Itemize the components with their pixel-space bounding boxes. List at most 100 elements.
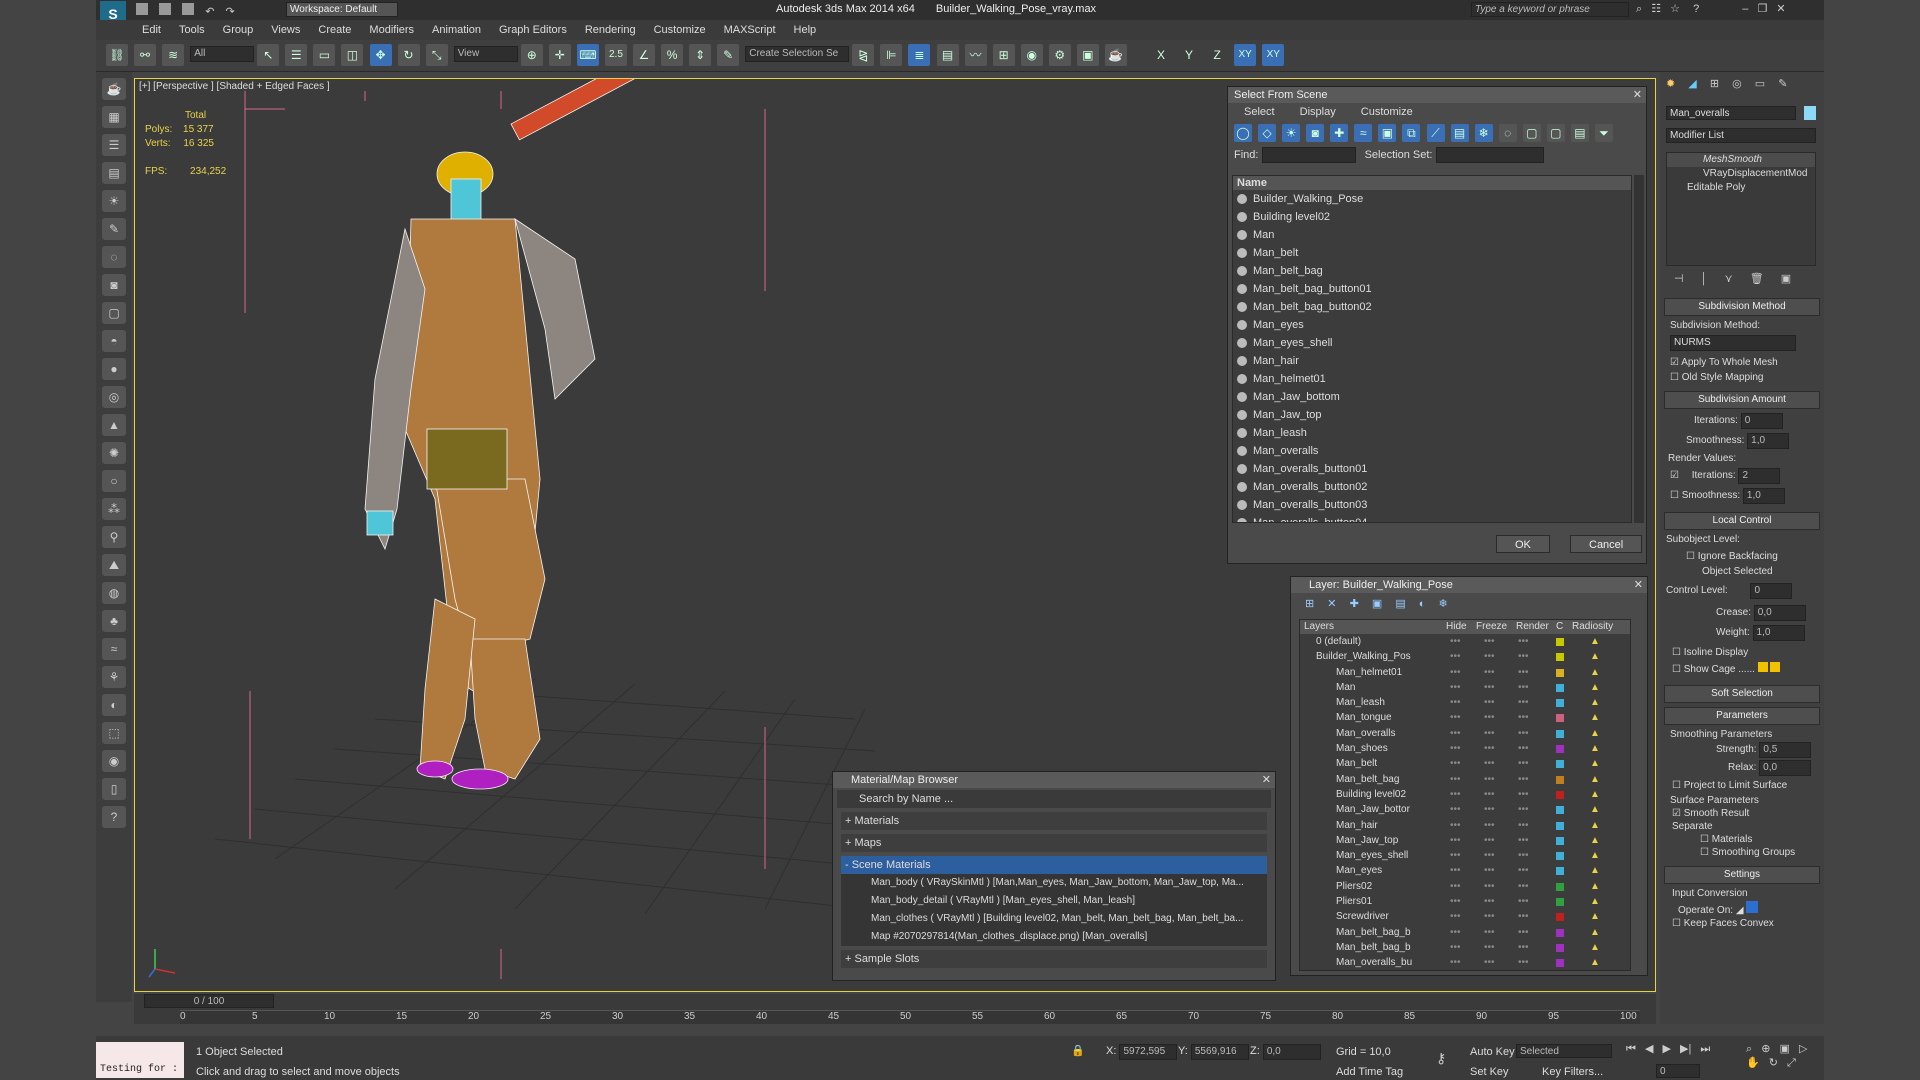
freeze-toggle[interactable]: ••• [1484, 909, 1495, 924]
layer-color-swatch[interactable] [1556, 913, 1564, 922]
apply-whole-mesh-checkbox[interactable]: ☑ Apply To Whole Mesh [1660, 357, 1824, 368]
render-toggle[interactable]: ••• [1518, 802, 1529, 817]
scene-list-item[interactable]: Man_eyes_shell [1233, 334, 1631, 352]
hide-toggle[interactable]: ••• [1450, 848, 1461, 863]
motion-tab-icon[interactable]: ◎ [1732, 78, 1742, 90]
cage-selected-swatch[interactable] [1770, 662, 1781, 672]
freeze-toggle[interactable]: ••• [1484, 833, 1495, 848]
hide-toggle[interactable]: ••• [1450, 772, 1461, 787]
col-layers[interactable]: Layers [1304, 620, 1334, 634]
radiosity-icon[interactable]: ▲ [1590, 665, 1600, 680]
particles-icon[interactable]: ⁂ [102, 498, 126, 520]
scene-list-item[interactable]: Man_overalls [1233, 442, 1631, 460]
snaps-toggle-icon[interactable]: 2.5 [604, 44, 627, 66]
keep-faces-convex-checkbox[interactable]: ☐ Keep Faces Convex [1660, 918, 1824, 929]
create-tab-icon[interactable]: ✹ [1666, 78, 1675, 90]
rendered-frame-icon[interactable]: ▣ [1076, 44, 1099, 66]
filter-groups-icon[interactable]: ▣ [1378, 124, 1397, 142]
render-toggle[interactable]: ••• [1518, 925, 1529, 940]
key-mode-dropdown[interactable]: Selected [1516, 1044, 1612, 1058]
object-name-field[interactable]: Man_overalls [1666, 106, 1796, 120]
freeze-all-icon[interactable]: ❄ [1439, 598, 1448, 610]
x-field[interactable]: 5972,595 [1119, 1044, 1178, 1060]
restore-icon[interactable]: ❐ [1757, 3, 1767, 15]
layer-color-swatch[interactable] [1556, 775, 1564, 784]
play-icon[interactable]: ▶ [1663, 1043, 1671, 1055]
spiral-icon[interactable]: ◌ [102, 246, 126, 268]
layer-color-swatch[interactable] [1556, 882, 1564, 891]
layer-row[interactable]: Man_tongue ••• ••• ••• ▲ [1300, 710, 1630, 725]
list-icon[interactable]: ☰ [102, 134, 126, 156]
terrain-icon[interactable]: ⛰ [102, 554, 126, 576]
filter-helpers-icon[interactable]: ✚ [1330, 124, 1349, 142]
select-manipulate-icon[interactable]: ✛ [548, 44, 571, 66]
name-column-header[interactable]: Name [1233, 176, 1631, 190]
render-toggle[interactable]: ••• [1518, 863, 1529, 878]
ok-button[interactable]: OK [1496, 535, 1550, 553]
radiosity-icon[interactable]: ▲ [1590, 802, 1600, 817]
layer-color-swatch[interactable] [1556, 821, 1564, 830]
project-limit-checkbox[interactable]: ☐ Project to Limit Surface [1660, 780, 1824, 791]
hide-toggle[interactable]: ••• [1450, 680, 1461, 695]
viewport-icon[interactable]: ▦ [102, 106, 126, 128]
dialog-close-icon[interactable]: ✕ [1633, 88, 1642, 101]
add-time-tag[interactable]: Add Time Tag [1336, 1066, 1403, 1078]
curve-editor-icon[interactable]: 〰 [964, 44, 987, 66]
axis-x-button[interactable]: X [1150, 44, 1172, 66]
weight-spinner[interactable]: 1,0 [1752, 625, 1805, 641]
menu-select[interactable]: Select [1244, 106, 1275, 118]
col-hide[interactable]: Hide [1446, 620, 1467, 634]
pivot-center-icon[interactable]: ⊕ [520, 44, 543, 66]
scene-material-item[interactable]: Man_clothes ( VRayMtl ) [Building level0… [841, 910, 1267, 928]
materials-section[interactable]: + Materials [841, 812, 1267, 830]
menu-edit[interactable]: Edit [142, 20, 161, 40]
scene-material-item[interactable]: Man_body_detail ( VRayMtl ) [Man_eyes_sh… [841, 892, 1267, 910]
radiosity-icon[interactable]: ▲ [1590, 925, 1600, 940]
scene-list-item[interactable]: Man_belt [1233, 244, 1631, 262]
render-toggle[interactable]: ••• [1518, 879, 1529, 894]
current-frame-field[interactable]: 0 [1656, 1064, 1700, 1078]
hierarchy-tab-icon[interactable]: ⊞ [1710, 78, 1719, 90]
menu-help[interactable]: Help [794, 20, 817, 40]
freeze-toggle[interactable]: ••• [1484, 756, 1495, 771]
render-toggle[interactable]: ••• [1518, 726, 1529, 741]
layer-color-swatch[interactable] [1556, 867, 1564, 876]
axis-z-button[interactable]: Z [1206, 44, 1228, 66]
operate-triangle-icon[interactable]: ◢ [1736, 905, 1744, 916]
hide-toggle[interactable]: ••• [1450, 833, 1461, 848]
hide-toggle[interactable]: ••• [1450, 726, 1461, 741]
filter-hidden-icon[interactable]: ◌ [1498, 124, 1517, 142]
torus-icon[interactable]: ◎ [102, 386, 126, 408]
stack-meshsmooth[interactable]: MeshSmooth [1667, 153, 1815, 167]
unlink-icon[interactable]: ⚯ [134, 44, 157, 66]
bind-space-warp-icon[interactable]: ≋ [162, 44, 185, 66]
key-icon[interactable]: ⚷ [1436, 1050, 1446, 1067]
radiosity-icon[interactable]: ▲ [1590, 680, 1600, 695]
render-toggle[interactable]: ••• [1518, 940, 1529, 955]
render-toggle[interactable]: ••• [1518, 909, 1529, 924]
freeze-toggle[interactable]: ••• [1484, 955, 1495, 970]
plant-icon[interactable]: ♣ [102, 610, 126, 632]
highlight-layer-icon[interactable]: ▤ [1395, 598, 1405, 610]
smoothness-spinner[interactable]: 1,0 [1747, 433, 1790, 449]
close-icon[interactable]: ✕ [1776, 3, 1785, 15]
light-icon[interactable]: ☀ [102, 190, 126, 212]
hide-toggle[interactable]: ••• [1450, 649, 1461, 664]
select-link-icon[interactable]: ⛓ [106, 44, 128, 66]
scene-material-item[interactable]: Map #2070297814(Man_clothes_displace.png… [841, 928, 1267, 946]
display-none-icon[interactable]: ▢ [1546, 124, 1565, 142]
cage-color-swatch[interactable] [1757, 662, 1768, 672]
configure-sets-icon[interactable]: ▣ [1781, 273, 1791, 285]
hide-toggle[interactable]: ••• [1450, 818, 1461, 833]
hide-toggle[interactable]: ••• [1450, 665, 1461, 680]
layer-row[interactable]: Man_overalls_bu ••• ••• ••• ▲ [1300, 955, 1630, 970]
radiosity-icon[interactable]: ▲ [1590, 726, 1600, 741]
z-field[interactable]: 0,0 [1262, 1044, 1321, 1060]
soft-selection-rollout[interactable]: Soft Selection [1664, 685, 1820, 703]
layer-row[interactable]: Man_hair ••• ••• ••• ▲ [1300, 818, 1630, 833]
layer-color-swatch[interactable] [1556, 836, 1564, 845]
freeze-toggle[interactable]: ••• [1484, 940, 1495, 955]
sphere-icon[interactable]: ● [102, 358, 126, 380]
material-search[interactable]: Search by Name ... [837, 790, 1271, 808]
hide-toggle[interactable]: ••• [1450, 940, 1461, 955]
